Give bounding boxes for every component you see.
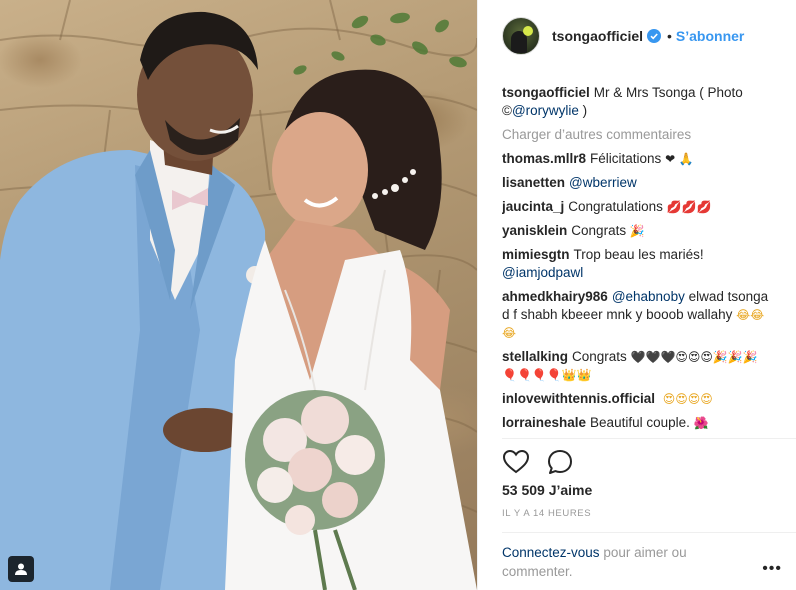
comment-text: Trop beau les mariés! xyxy=(573,247,704,262)
section-divider xyxy=(502,532,796,533)
post-timestamp[interactable]: IL Y A 14 HEURES xyxy=(502,508,591,519)
login-link[interactable]: Connectez-vous xyxy=(502,545,600,560)
comment-username[interactable]: mimiesgtn xyxy=(502,247,570,262)
comment-mention[interactable]: @ehabnoby xyxy=(612,289,685,304)
caption-end: ) xyxy=(578,103,588,118)
comment-username[interactable]: ahmedkhairy986 xyxy=(502,289,608,304)
comment-item: thomas.mllr8 Félicitations ❤ 🙏 xyxy=(502,150,772,168)
post-caption: tsongaofficiel Mr & Mrs Tsonga ( Photo ©@… xyxy=(502,84,772,120)
post-side-panel: tsongaofficiel • S’abonner tsongaofficie… xyxy=(477,0,796,590)
heart-outline-icon[interactable] xyxy=(502,448,530,476)
comment-item: mimiesgtn Trop beau les mariés! @iamjodpa… xyxy=(502,246,772,282)
caption-mention[interactable]: @rorywylie xyxy=(512,103,579,118)
speech-bubble-icon[interactable] xyxy=(546,448,574,476)
comment-username[interactable]: thomas.mllr8 xyxy=(502,151,586,166)
comment-item: yanisklein Congrats 🎉 xyxy=(502,222,772,240)
post-actions xyxy=(502,448,574,476)
comments-list: tsongaofficiel Mr & Mrs Tsonga ( Photo ©@… xyxy=(502,84,772,438)
comment-emoji: 💋💋💋 xyxy=(666,200,712,214)
comment-username[interactable]: lorraineshale xyxy=(502,415,586,430)
post-photo[interactable] xyxy=(0,0,477,590)
bride-figure xyxy=(225,69,477,590)
separator-dot: • xyxy=(667,28,672,44)
post-header: tsongaofficiel • S’abonner xyxy=(502,14,744,58)
comment-item: lisanetten @wberriew xyxy=(502,174,772,192)
comment-text: Congrats xyxy=(572,349,631,364)
comment-item: inlovewithtennis.official 😍😍😍😍 xyxy=(502,390,772,408)
comment-username[interactable]: yanisklein xyxy=(502,223,567,238)
comment-mention[interactable]: @iamjodpawl xyxy=(502,265,583,280)
comment-username[interactable]: lisanetten xyxy=(502,175,565,190)
comment-item: jaucinta_j Congratulations 💋💋💋 xyxy=(502,198,772,216)
comment-username[interactable]: stellalking xyxy=(502,349,568,364)
comment-text: Congrats xyxy=(571,223,630,238)
comment-emoji: 😍😍😍😍 xyxy=(662,392,713,406)
comment-item: lorraineshale Beautiful couple. 🌺 xyxy=(502,414,772,432)
comment-text: Félicitations xyxy=(590,151,666,166)
verified-badge-icon xyxy=(647,29,662,43)
avatar[interactable] xyxy=(502,17,540,55)
login-prompt: Connectez-vous pour aimer ou commenter. xyxy=(502,543,712,581)
comment-username[interactable]: inlovewithtennis.official xyxy=(502,391,655,406)
user-tag-icon[interactable] xyxy=(8,556,34,582)
comment-emoji: ❤ 🙏 xyxy=(665,152,694,166)
comment-emoji: 🌺 xyxy=(693,416,709,430)
comment-text: Beautiful couple. xyxy=(590,415,694,430)
comment-text: Congratulations xyxy=(568,199,667,214)
likes-count[interactable]: 53 509 J’aime xyxy=(502,482,592,498)
follow-button[interactable]: S’abonner xyxy=(676,28,744,44)
more-options-icon[interactable]: ••• xyxy=(762,560,782,578)
load-more-comments-button[interactable]: Charger d’autres commentaires xyxy=(502,126,772,144)
comment-item: stellalking Congrats 🖤🖤🖤😍😍😍🎉🎉🎉🎈🎈🎈🎈👑👑 xyxy=(502,348,772,384)
section-divider xyxy=(502,438,796,439)
author-username[interactable]: tsongaofficiel xyxy=(552,28,643,44)
comment-username[interactable]: jaucinta_j xyxy=(502,199,564,214)
comment-item: ahmedkhairy986 @ehabnoby elwad tsonga d f… xyxy=(502,288,772,342)
caption-username[interactable]: tsongaofficiel xyxy=(502,85,590,100)
comment-emoji: 🎉 xyxy=(629,224,645,238)
comment-mention[interactable]: @wberriew xyxy=(569,175,637,190)
